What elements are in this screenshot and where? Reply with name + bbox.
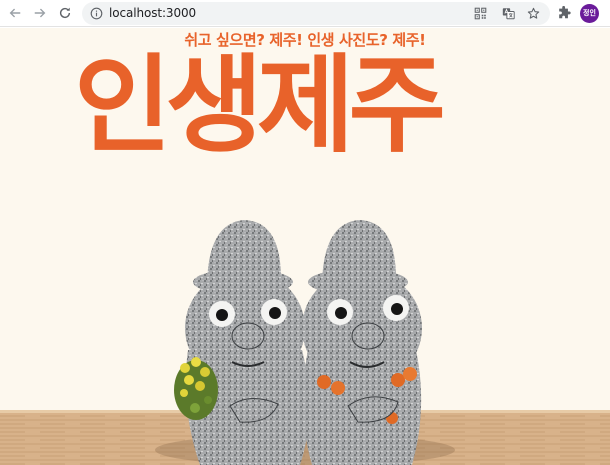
reload-icon bbox=[59, 7, 71, 19]
dol-hareubang-figurines-image bbox=[0, 220, 610, 465]
arrow-left-icon bbox=[9, 8, 21, 18]
left-figurine bbox=[174, 220, 310, 465]
translate-button[interactable] bbox=[500, 5, 517, 22]
arrow-right-icon bbox=[34, 8, 46, 18]
right-figurine bbox=[302, 220, 422, 465]
page-content: 쉬고 싶으면? 제주! 인생 사진도? 제주! 인생제주 bbox=[0, 28, 610, 465]
hero-photo bbox=[0, 178, 610, 465]
forward-button[interactable] bbox=[29, 2, 51, 24]
translate-icon bbox=[502, 8, 515, 20]
qr-code-icon bbox=[474, 7, 487, 20]
bookmark-button[interactable] bbox=[525, 5, 542, 22]
browser-toolbar: localhost:3000 정인 bbox=[0, 0, 610, 27]
puzzle-icon bbox=[559, 6, 571, 19]
info-icon[interactable] bbox=[90, 7, 103, 20]
qr-code-button[interactable] bbox=[472, 5, 489, 22]
extensions-button[interactable] bbox=[555, 4, 573, 22]
star-icon bbox=[527, 7, 540, 19]
address-bar[interactable]: localhost:3000 bbox=[82, 2, 550, 25]
reload-button[interactable] bbox=[54, 2, 76, 24]
hero-title: 인생제주 bbox=[74, 44, 446, 167]
url-text[interactable]: localhost:3000 bbox=[109, 6, 196, 20]
profile-avatar[interactable]: 정인 bbox=[580, 4, 599, 23]
back-button[interactable] bbox=[4, 2, 26, 24]
